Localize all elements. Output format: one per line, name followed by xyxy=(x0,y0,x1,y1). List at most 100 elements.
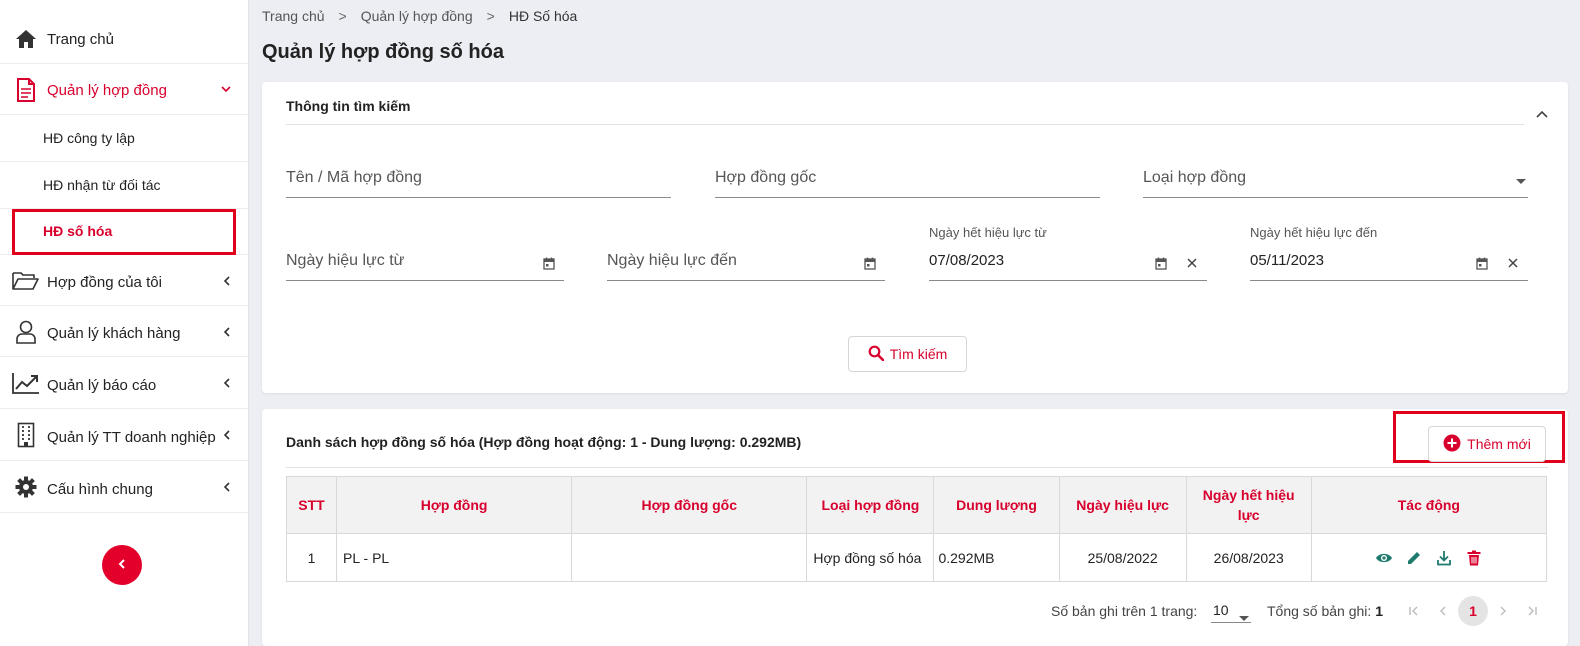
calendar-icon[interactable] xyxy=(1475,256,1489,270)
sidebar-item-my-contracts[interactable]: Hợp đồng của tôi xyxy=(0,256,248,306)
clear-icon[interactable] xyxy=(1506,256,1520,270)
per-page-label: Số bản ghi trên 1 trang: xyxy=(1051,603,1198,619)
chevron-down-icon xyxy=(220,84,232,96)
chevron-left-icon xyxy=(220,481,232,493)
document-icon xyxy=(12,76,40,104)
column-header: Dung lượng xyxy=(933,476,1060,534)
sidebar-subitem-label: HĐ công ty lập xyxy=(43,130,135,146)
page-title: Quản lý hợp đồng số hóa xyxy=(262,41,504,63)
building-icon xyxy=(12,421,40,449)
breadcrumb-separator: > xyxy=(338,8,347,24)
expire-to-date-input[interactable]: Ngày hết hiệu lực đến 05/11/2023 xyxy=(1250,225,1528,281)
breadcrumb-contracts[interactable]: Quản lý hợp đồng xyxy=(361,8,473,24)
cell-actions xyxy=(1310,533,1548,582)
sidebar-item-label: Trang chủ xyxy=(47,31,114,48)
chevron-left-icon xyxy=(220,275,232,287)
breadcrumb: Trang chủ > Quản lý hợp đồng > HĐ Số hóa xyxy=(262,8,577,24)
search-icon xyxy=(868,345,885,364)
total-records-value: 1 xyxy=(1375,603,1383,619)
eye-icon[interactable] xyxy=(1375,549,1393,567)
clear-icon[interactable] xyxy=(1185,256,1199,270)
expire-from-label: Ngày hết hiệu lực từ xyxy=(929,225,1047,240)
calendar-icon[interactable] xyxy=(863,256,877,270)
sidebar-item-label: Quản lý TT doanh nghiệp xyxy=(47,429,216,446)
original-contract-input[interactable]: Hợp đồng gốc xyxy=(715,168,1100,198)
expire-from-date-input[interactable]: Ngày hết hiệu lực từ 07/08/2023 xyxy=(929,225,1207,281)
chevron-left-icon xyxy=(118,557,126,573)
sidebar-item-label: Hợp đồng của tôi xyxy=(47,274,162,291)
dropdown-arrow-icon xyxy=(1239,608,1249,624)
highlight-box xyxy=(12,209,236,255)
chevron-left-icon xyxy=(220,429,232,441)
page-number-button[interactable]: 1 xyxy=(1458,596,1488,626)
sidebar-item-contracts[interactable]: Quản lý hợp đồng xyxy=(0,65,248,115)
plus-circle-icon xyxy=(1443,434,1461,455)
contract-type-select[interactable]: Loại hợp đồng xyxy=(1143,168,1528,198)
search-button[interactable]: Tìm kiếm xyxy=(848,336,967,372)
cell-stt: 1 xyxy=(285,533,338,582)
cell-expire-date: 26/08/2023 xyxy=(1185,533,1312,582)
sidebar-item-label: Cấu hình chung xyxy=(47,481,153,498)
original-contract-placeholder: Hợp đồng gốc xyxy=(715,169,817,186)
first-page-icon[interactable] xyxy=(1402,599,1426,623)
sidebar-item-label: Quản lý hợp đồng xyxy=(47,82,167,99)
cell-contract: PL - PL xyxy=(336,533,573,582)
column-header: Loại hợp đồng xyxy=(806,476,935,534)
cell-effective-date: 25/08/2022 xyxy=(1058,533,1187,582)
download-icon[interactable] xyxy=(1435,549,1453,567)
gear-icon xyxy=(12,473,40,501)
expire-to-label: Ngày hết hiệu lực đến xyxy=(1250,225,1378,240)
contract-list-panel: Danh sách hợp đồng số hóa (Hợp đồng hoạt… xyxy=(262,409,1568,646)
chevron-left-icon xyxy=(220,377,232,389)
contract-name-code-input[interactable]: Tên / Mã hợp đồng xyxy=(286,168,671,198)
column-header: Ngày hết hiệu lực xyxy=(1185,476,1312,534)
chart-line-icon xyxy=(12,369,40,397)
total-records: Tổng số bản ghi: 1 xyxy=(1267,603,1383,619)
sidebar-item-settings[interactable]: Cấu hình chung xyxy=(0,462,248,513)
sidebar-item-customers[interactable]: Quản lý khách hàng xyxy=(0,307,248,357)
breadcrumb-separator: > xyxy=(486,8,495,24)
pencil-icon[interactable] xyxy=(1405,549,1423,567)
next-page-icon[interactable] xyxy=(1491,599,1515,623)
sidebar-item-business-info[interactable]: Quản lý TT doanh nghiệp xyxy=(0,410,248,461)
trash-icon[interactable] xyxy=(1465,549,1483,567)
column-header: STT xyxy=(285,476,338,534)
sidebar: Trang chủ Quản lý hợp đồng HĐ công ty lậ… xyxy=(0,0,249,646)
breadcrumb-current: HĐ Số hóa xyxy=(508,8,578,24)
effective-from-date-input[interactable]: Ngày hiệu lực từ xyxy=(286,251,564,281)
contract-name-code-placeholder: Tên / Mã hợp đồng xyxy=(286,169,422,186)
divider xyxy=(286,124,1524,125)
cell-type: Hợp đồng số hóa xyxy=(806,533,935,582)
sidebar-item-label: Quản lý khách hàng xyxy=(47,325,181,342)
chevron-up-icon[interactable] xyxy=(1536,105,1548,121)
per-page-value: 10 xyxy=(1213,602,1229,618)
breadcrumb-home[interactable]: Trang chủ xyxy=(262,8,325,24)
column-header: Tác động xyxy=(1310,476,1548,534)
search-button-label: Tìm kiếm xyxy=(889,346,948,362)
sidebar-item-label: Quản lý báo cáo xyxy=(47,377,157,394)
effective-to-date-input[interactable]: Ngày hiệu lực đến xyxy=(607,251,885,281)
last-page-icon[interactable] xyxy=(1520,599,1544,623)
table-row[interactable]: 1 PL - PL Hợp đồng số hóa 0.292MB 25/08/… xyxy=(285,533,1548,582)
calendar-icon[interactable] xyxy=(1154,256,1168,270)
prev-page-icon[interactable] xyxy=(1431,599,1455,623)
sidebar-item-reports[interactable]: Quản lý báo cáo xyxy=(0,358,248,409)
divider xyxy=(286,467,1548,468)
home-icon xyxy=(12,25,40,53)
expire-from-value: 07/08/2023 xyxy=(929,252,1005,269)
sidebar-item-home[interactable]: Trang chủ xyxy=(0,14,248,64)
calendar-icon[interactable] xyxy=(542,256,556,270)
cell-original xyxy=(571,533,808,582)
per-page-select[interactable]: 10 xyxy=(1211,599,1251,623)
search-panel: Thông tin tìm kiếm Tên / Mã hợp đồng Hợp… xyxy=(262,82,1568,393)
list-title: Danh sách hợp đồng số hóa (Hợp đồng hoạt… xyxy=(286,434,802,450)
column-header: Hợp đồng xyxy=(336,476,573,534)
column-header: Ngày hiệu lực xyxy=(1058,476,1187,534)
effective-from-placeholder: Ngày hiệu lực từ xyxy=(286,252,405,269)
sidebar-subitem-partner[interactable]: HĐ nhận từ đối tác xyxy=(0,163,248,209)
dropdown-arrow-icon xyxy=(1514,174,1528,188)
add-new-button[interactable]: Thêm mới xyxy=(1428,426,1546,462)
expire-to-value: 05/11/2023 xyxy=(1250,252,1324,269)
sidebar-subitem-company[interactable]: HĐ công ty lập xyxy=(0,116,248,162)
sidebar-collapse-button[interactable] xyxy=(102,545,142,585)
